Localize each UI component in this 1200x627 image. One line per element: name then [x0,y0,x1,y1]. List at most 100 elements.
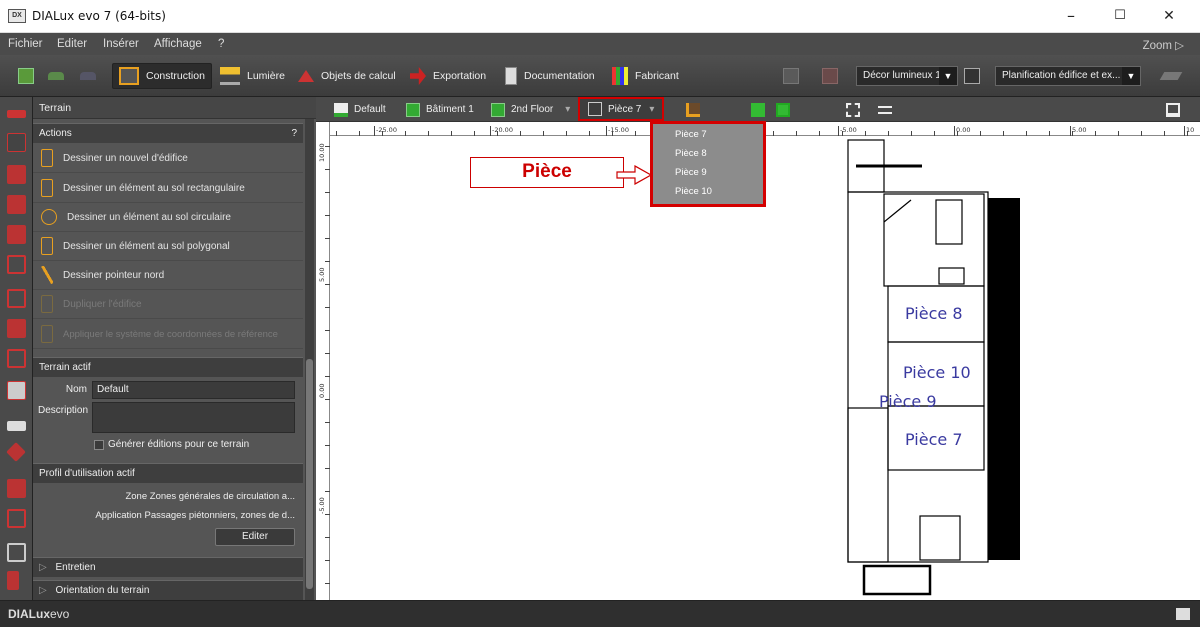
menu-affichage[interactable]: Affichage [154,38,202,50]
room-label-piece-9[interactable]: Pièce 9 [879,392,937,411]
monitor-icon[interactable] [964,68,980,84]
green-corner-tool[interactable] [776,101,796,118]
room-icon[interactable] [7,255,26,274]
door-icon[interactable] [7,225,26,244]
entretien-section[interactable]: ▷ Entretien [33,557,303,577]
tab-objets-de-calcul[interactable]: Objets de calcul [298,63,396,89]
tab-lumiere-label: Lumière [247,70,285,82]
close-button[interactable]: ✕ [1146,4,1192,28]
display-toggle[interactable] [1166,101,1186,118]
orientation-section[interactable]: ▷ Orientation du terrain [33,580,303,600]
tab-exportation[interactable]: Exportation [410,63,486,89]
action-circular-floor[interactable]: Dessiner un élément au sol circulaire [33,203,303,232]
nom-input[interactable]: Default [92,381,295,399]
manufacturer-icon [612,67,628,85]
decor-select[interactable]: Décor lumineux 1 ▼ [856,66,958,86]
cube-icon[interactable] [7,289,26,308]
action-duplicate-building: Dupliquer l'édifice [33,290,303,319]
menu-inserer[interactable]: Insérer [103,38,139,50]
description-label: Description [38,405,89,416]
stairs-icon[interactable] [7,571,19,590]
table-icon[interactable] [7,421,26,431]
planning-select-value: Planification édifice et ex... [1002,70,1121,81]
play-icon[interactable] [783,68,799,84]
room-label-piece-8[interactable]: Pièce 8 [905,304,963,323]
maximize-button[interactable]: ☐ [1097,4,1143,28]
action-north-pointer[interactable]: Dessiner pointeur nord [33,261,303,290]
application-label: Application [95,510,142,521]
zone-value: Zones générales de circulation a... [149,491,295,502]
measure-tool[interactable] [878,101,898,118]
planning-select[interactable]: Planification édifice et ex... ▼ [995,66,1141,86]
room-label-piece-10[interactable]: Pièce 10 [903,363,971,382]
floor-icon[interactable] [7,165,26,184]
terrain-icon[interactable] [7,110,26,118]
undo-icon[interactable] [48,72,64,80]
profil-header[interactable]: Profil d'utilisation actif [33,463,303,483]
scrollbar-thumb[interactable] [306,359,313,589]
redo-icon[interactable] [80,72,96,80]
menu-help[interactable]: ? [218,38,224,50]
edit-button[interactable]: Editer [215,528,295,546]
side-panel: Terrain Actions ? Dessiner un nouvel d'é… [33,97,316,600]
fit-view-tool[interactable] [846,101,866,118]
decor-select-value: Décor lumineux 1 [863,70,941,81]
actions-section-header[interactable]: Actions ? [33,123,303,143]
room-option-piece-9[interactable]: Pièce 9 [675,167,707,178]
room-option-piece-7[interactable]: Pièce 7 [675,129,707,140]
tab-construction[interactable]: Construction [112,63,212,89]
menu-editer[interactable]: Editer [57,38,87,50]
building-icon[interactable] [7,133,26,152]
chevron-down-icon: ▼ [1122,67,1140,85]
action-label: Dessiner pointeur nord [63,269,165,281]
tab-lumiere[interactable]: Lumière [220,63,285,89]
duplicate-icon [41,295,53,313]
furniture-icon[interactable] [7,381,26,400]
room-dropdown-list: Pièce 7 Pièce 8 Pièce 9 Pièce 10 [650,121,766,207]
green-box-tool[interactable] [751,101,771,118]
room-option-piece-10[interactable]: Pièce 10 [675,186,712,197]
menu-fichier[interactable]: Fichier [8,38,43,50]
building-selector[interactable]: Bâtiment 1 [406,101,474,118]
piece-callout: Pièce [470,157,624,188]
terrain-selector[interactable]: Default [334,101,386,118]
building-small-icon [406,102,420,117]
action-rect-floor[interactable]: Dessiner un élément au sol rectangulaire [33,174,303,203]
room-option-piece-8[interactable]: Pièce 8 [675,148,707,159]
save-icon[interactable] [18,68,34,84]
opening-icon[interactable] [7,509,26,528]
wall-icon[interactable] [7,195,26,214]
screen-icon[interactable] [7,543,26,562]
title-bar: DX DIALux evo 7 (64-bits) – ☐ ✕ [0,0,1200,33]
description-input[interactable] [92,402,295,433]
tab-fabricant[interactable]: Fabricant [612,63,679,89]
action-polygon-floor[interactable]: Dessiner un élément au sol polygonal [33,232,303,261]
wall-tool[interactable] [686,101,706,118]
generate-editions-checkbox[interactable] [94,440,104,450]
menu-bar: Fichier Editer Insérer Affichage ? Zoom … [0,33,1200,55]
room-selector[interactable]: Pièce 7 ▾ [578,97,665,121]
brand-bold: DIALux [8,607,50,621]
zoom-menu[interactable]: Zoom ▷ [1143,38,1184,52]
stop-icon[interactable] [822,68,838,84]
help-icon[interactable]: ? [291,124,297,144]
plan-black-wall [988,198,1020,560]
calc-object-icon [298,70,314,82]
diamond-icon[interactable] [6,442,26,462]
minimize-button[interactable]: – [1048,4,1094,28]
action-label: Dessiner un élément au sol polygonal [63,240,230,252]
texture-icon[interactable] [7,479,26,498]
tab-documentation[interactable]: Documentation [505,63,595,89]
floor-selector[interactable]: 2nd Floor ▾ [491,101,570,118]
window-icon[interactable] [7,349,26,368]
terrain-actif-header[interactable]: Terrain actif [33,357,303,377]
wall-tool-icon [686,102,700,117]
screen-toggle-icon[interactable] [1176,608,1190,620]
roof-icon[interactable] [7,319,26,338]
panel-scrollbar[interactable] [305,119,314,600]
action-apply-coordinates: Appliquer le système de coordonnées de r… [33,320,303,349]
action-new-building[interactable]: Dessiner un nouvel d'édifice [33,144,303,173]
room-label-piece-7[interactable]: Pièce 7 [905,430,963,449]
expand-arrow-icon: ▷ [39,562,47,573]
ruler-icon[interactable] [1159,72,1183,80]
